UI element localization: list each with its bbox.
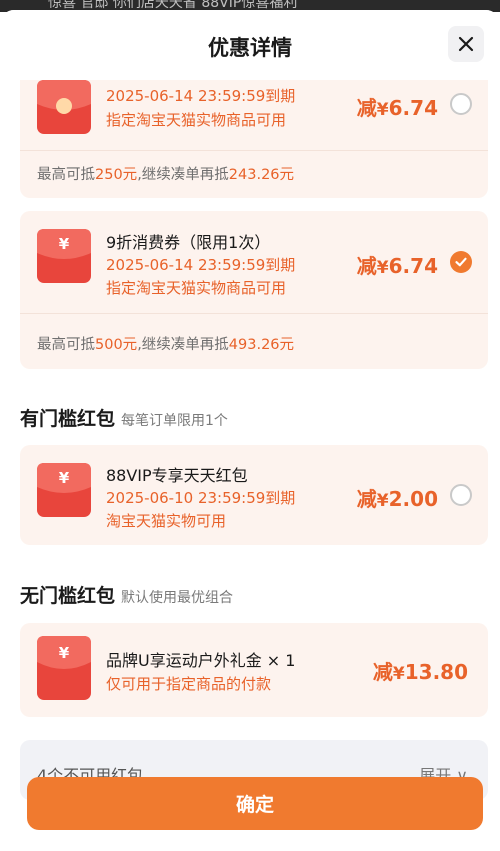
footer-remaining: 493.26元 — [228, 337, 295, 353]
red-packet-icon: ¥ — [37, 229, 91, 283]
currency-symbol: ¥ — [376, 100, 389, 120]
svg-text:¥: ¥ — [59, 235, 70, 253]
card-divider — [20, 150, 488, 151]
coupon-list[interactable]: 2025-06-14 23:59:59到期 指定淘宝天猫实物商品可用 减¥6.7… — [0, 10, 500, 851]
footer-middle: ,继续凑单再抵 — [137, 337, 229, 353]
section-title-text: 无门槛红包 — [20, 585, 116, 607]
amount-prefix: 减 — [356, 487, 377, 511]
amount-value: 13.80 — [404, 660, 468, 684]
coupon-footer: 最高可抵500元,继续凑单再抵493.26元 — [37, 333, 294, 354]
card-divider — [20, 313, 488, 314]
coupon-amount: 减¥6.74 — [357, 250, 438, 279]
red-packet-amount: 减¥13.80 — [373, 656, 468, 685]
coupon-name: 9折消费券（限用1次） — [106, 233, 271, 252]
red-packet-card[interactable]: ¥ 88VIP专享天天红包 2025-06-10 23:59:59到期 淘宝天猫… — [20, 445, 488, 545]
coupon-select-radio[interactable] — [450, 251, 472, 273]
svg-text:¥: ¥ — [59, 469, 70, 487]
coupon-detail-sheet: 2025-06-14 23:59:59到期 指定淘宝天猫实物商品可用 减¥6.7… — [0, 10, 500, 851]
amount-value: 6.74 — [388, 96, 438, 120]
footer-prefix: 最高可抵 — [37, 167, 95, 183]
red-packet-name: 88VIP专享天天红包 — [106, 466, 248, 485]
coupon-scope: 指定淘宝天猫实物商品可用 — [106, 111, 287, 129]
red-packet-card[interactable]: ¥ 品牌U享运动户外礼金 × 1 仅可用于指定商品的付款 减¥13.80 — [20, 623, 488, 717]
section-title-threshold: 有门槛红包 每笔订单限用1个 — [20, 404, 228, 431]
checkmark-icon — [455, 257, 467, 267]
red-packet-icon: ¥ — [37, 636, 91, 700]
coupon-expiry: 2025-06-14 23:59:59到期 — [106, 256, 296, 274]
section-title-no-threshold: 无门槛红包 默认使用最优组合 — [20, 581, 233, 608]
footer-middle: ,继续凑单再抵 — [137, 167, 229, 183]
coupon-select-radio[interactable] — [450, 93, 472, 115]
currency-symbol: ¥ — [376, 258, 389, 278]
footer-prefix: 最高可抵 — [37, 337, 95, 353]
coupon-scope: 指定淘宝天猫实物商品可用 — [106, 279, 287, 297]
section-title-text: 有门槛红包 — [20, 408, 116, 430]
svg-text:¥: ¥ — [59, 644, 70, 662]
amount-value: 2.00 — [388, 487, 438, 511]
red-packet-name: 品牌U享运动户外礼金 × 1 — [106, 651, 296, 670]
section-subtitle: 每笔订单限用1个 — [121, 413, 228, 429]
currency-symbol: ¥ — [376, 491, 389, 511]
page-title: 优惠详情 — [208, 36, 292, 60]
footer-cap: 500元 — [95, 337, 138, 353]
amount-value: 6.74 — [388, 254, 438, 278]
amount-prefix: 减 — [372, 660, 393, 684]
confirm-button[interactable]: 确定 — [27, 777, 483, 830]
footer-remaining: 243.26元 — [228, 167, 295, 183]
amount-prefix: 减 — [356, 254, 377, 278]
red-packet-select-radio[interactable] — [450, 484, 472, 506]
red-packet-icon: ¥ — [37, 463, 91, 517]
coupon-footer: 最高可抵250元,继续凑单再抵243.26元 — [37, 163, 294, 184]
red-packet-scope: 淘宝天猫实物可用 — [106, 512, 227, 530]
red-packet-icon — [37, 80, 91, 134]
close-icon — [458, 36, 474, 52]
red-packet-scope: 仅可用于指定商品的付款 — [106, 675, 272, 693]
amount-prefix: 减 — [356, 96, 377, 120]
red-packet-expiry: 2025-06-10 23:59:59到期 — [106, 489, 296, 507]
close-button[interactable] — [448, 26, 484, 62]
coupon-card[interactable]: ¥ 9折消费券（限用1次） 2025-06-14 23:59:59到期 指定淘宝… — [20, 211, 488, 369]
sheet-header: 优惠详情 — [0, 10, 500, 80]
section-subtitle: 默认使用最优组合 — [121, 590, 234, 606]
coupon-expiry: 2025-06-14 23:59:59到期 — [106, 87, 296, 105]
currency-symbol: ¥ — [392, 664, 405, 684]
coupon-amount: 减¥6.74 — [357, 92, 438, 121]
footer-cap: 250元 — [95, 167, 138, 183]
red-packet-amount: 减¥2.00 — [357, 483, 438, 512]
